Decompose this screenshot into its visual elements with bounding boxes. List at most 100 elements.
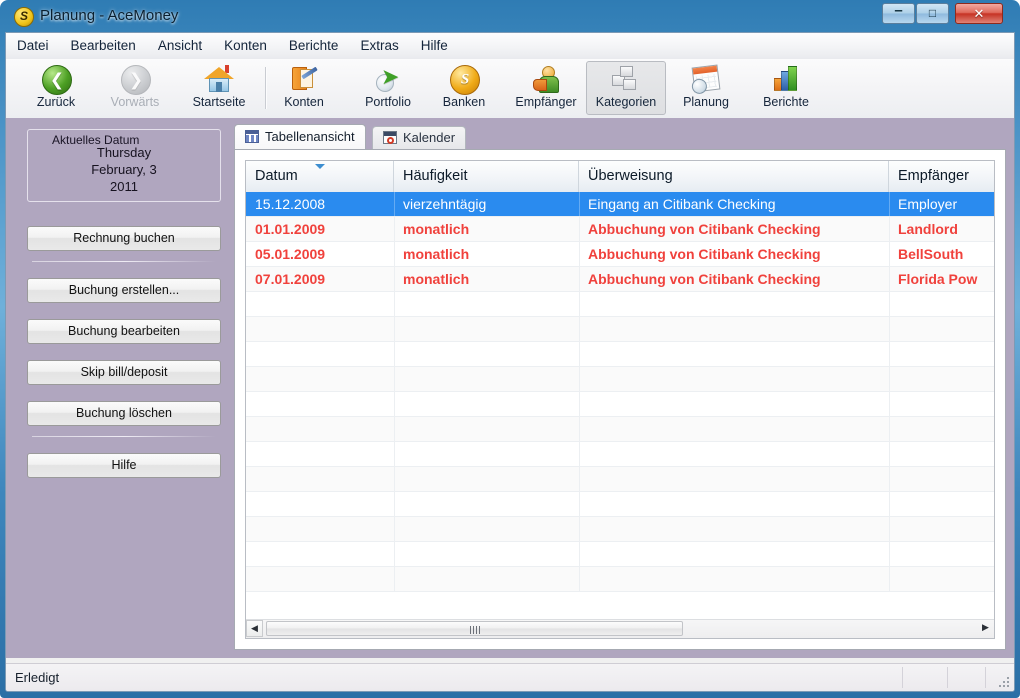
grid-cell-empfaenger[interactable] xyxy=(889,492,994,517)
grid-column-header-ueberweisung[interactable]: Überweisung xyxy=(579,161,889,192)
toolbar-button-zurck[interactable]: ❮Zurück xyxy=(20,61,92,115)
table-row-empty[interactable] xyxy=(246,292,994,317)
grid-cell-datum[interactable] xyxy=(246,417,394,442)
table-row-empty[interactable] xyxy=(246,417,994,442)
grid-cell-haeufigkeit[interactable]: monatlich xyxy=(394,217,579,242)
grid-cell-datum[interactable] xyxy=(246,492,394,517)
grid-cell-empfaenger[interactable]: BellSouth xyxy=(889,242,994,267)
table-row[interactable]: 15.12.2008vierzehntägigEingang an Citiba… xyxy=(246,192,994,217)
table-row-empty[interactable] xyxy=(246,542,994,567)
table-row-empty[interactable] xyxy=(246,442,994,467)
table-row-empty[interactable] xyxy=(246,392,994,417)
grid-cell-empfaenger[interactable] xyxy=(889,467,994,492)
sidebar-button-hilfe[interactable]: Hilfe xyxy=(27,453,221,478)
table-row-empty[interactable] xyxy=(246,367,994,392)
grid-cell-datum[interactable] xyxy=(246,317,394,342)
grid-cell-empfaenger[interactable] xyxy=(889,417,994,442)
menu-item-bearbeiten[interactable]: Bearbeiten xyxy=(60,33,147,59)
minimize-button[interactable]: – xyxy=(882,3,915,24)
grid-cell-ueberweisung[interactable] xyxy=(579,417,889,442)
grid-cell-ueberweisung[interactable] xyxy=(579,517,889,542)
menu-item-extras[interactable]: Extras xyxy=(349,33,409,59)
grid-cell-empfaenger[interactable] xyxy=(889,567,994,592)
grid-cell-ueberweisung[interactable] xyxy=(579,442,889,467)
table-row-empty[interactable] xyxy=(246,517,994,542)
grid-cell-empfaenger[interactable] xyxy=(889,317,994,342)
grid-cell-ueberweisung[interactable]: Abbuchung von Citibank Checking xyxy=(579,217,889,242)
grid-cell-haeufigkeit[interactable] xyxy=(394,492,579,517)
close-button[interactable]: ✕ xyxy=(955,3,1003,24)
toolbar-button-kategorien[interactable]: Kategorien xyxy=(586,61,666,115)
grid-cell-datum[interactable] xyxy=(246,342,394,367)
table-row-empty[interactable] xyxy=(246,492,994,517)
grid-cell-ueberweisung[interactable] xyxy=(579,567,889,592)
grid-cell-haeufigkeit[interactable] xyxy=(394,417,579,442)
grid-cell-ueberweisung[interactable] xyxy=(579,342,889,367)
grid-cell-datum[interactable] xyxy=(246,467,394,492)
schedule-grid[interactable]: DatumHäufigkeitÜberweisungEmpfänger 15.1… xyxy=(245,160,995,639)
grid-cell-ueberweisung[interactable] xyxy=(579,542,889,567)
grid-cell-ueberweisung[interactable] xyxy=(579,392,889,417)
grid-cell-empfaenger[interactable] xyxy=(889,392,994,417)
grid-cell-empfaenger[interactable] xyxy=(889,517,994,542)
scroll-right-button[interactable]: ▶ xyxy=(977,620,994,637)
grid-cell-ueberweisung[interactable]: Abbuchung von Citibank Checking xyxy=(579,267,889,292)
grid-cell-haeufigkeit[interactable] xyxy=(394,442,579,467)
grid-cell-ueberweisung[interactable] xyxy=(579,292,889,317)
resize-grip-icon[interactable] xyxy=(997,675,1011,689)
horizontal-scrollbar[interactable]: ◀ ▶ xyxy=(246,619,994,638)
grid-cell-empfaenger[interactable] xyxy=(889,442,994,467)
grid-cell-ueberweisung[interactable] xyxy=(579,367,889,392)
toolbar-button-berichte[interactable]: Berichte xyxy=(748,61,824,115)
grid-cell-datum[interactable]: 07.01.2009 xyxy=(246,267,394,292)
grid-cell-datum[interactable] xyxy=(246,542,394,567)
maximize-button[interactable]: □ xyxy=(916,3,949,24)
grid-cell-empfaenger[interactable]: Employer xyxy=(889,192,994,217)
grid-cell-haeufigkeit[interactable] xyxy=(394,567,579,592)
grid-cell-haeufigkeit[interactable] xyxy=(394,367,579,392)
grid-cell-empfaenger[interactable]: Landlord xyxy=(889,217,994,242)
table-row-empty[interactable] xyxy=(246,342,994,367)
grid-cell-datum[interactable] xyxy=(246,567,394,592)
grid-cell-datum[interactable] xyxy=(246,517,394,542)
toolbar-button-banken[interactable]: SBanken xyxy=(428,61,500,115)
table-row-empty[interactable] xyxy=(246,567,994,592)
grid-cell-haeufigkeit[interactable] xyxy=(394,517,579,542)
grid-cell-haeufigkeit[interactable]: vierzehntägig xyxy=(394,192,579,217)
toolbar-button-portfolio[interactable]: ➤Portfolio xyxy=(348,61,428,115)
menu-item-berichte[interactable]: Berichte xyxy=(278,33,350,59)
menu-item-hilfe[interactable]: Hilfe xyxy=(410,33,459,59)
grid-cell-haeufigkeit[interactable] xyxy=(394,542,579,567)
table-row-empty[interactable] xyxy=(246,467,994,492)
scrollbar-thumb[interactable] xyxy=(266,621,683,636)
grid-cell-datum[interactable] xyxy=(246,292,394,317)
menu-item-ansicht[interactable]: Ansicht xyxy=(147,33,213,59)
grid-cell-haeufigkeit[interactable] xyxy=(394,317,579,342)
grid-body[interactable]: 15.12.2008vierzehntägigEingang an Citiba… xyxy=(246,192,994,619)
grid-cell-ueberweisung[interactable]: Abbuchung von Citibank Checking xyxy=(579,242,889,267)
table-row[interactable]: 07.01.2009monatlichAbbuchung von Citiban… xyxy=(246,267,994,292)
table-row-empty[interactable] xyxy=(246,317,994,342)
sidebar-button-skipbilldeposit[interactable]: Skip bill/deposit xyxy=(27,360,221,385)
grid-cell-haeufigkeit[interactable] xyxy=(394,392,579,417)
tab-kalender[interactable]: Kalender xyxy=(372,126,466,149)
grid-column-header-datum[interactable]: Datum xyxy=(246,161,394,192)
scroll-left-button[interactable]: ◀ xyxy=(246,620,263,637)
grid-cell-ueberweisung[interactable]: Eingang an Citibank Checking xyxy=(579,192,889,217)
table-row[interactable]: 01.01.2009monatlichAbbuchung von Citiban… xyxy=(246,217,994,242)
grid-cell-empfaenger[interactable] xyxy=(889,542,994,567)
sidebar-button-rechnungbuchen[interactable]: Rechnung buchen xyxy=(27,226,221,251)
table-row[interactable]: 05.01.2009monatlichAbbuchung von Citiban… xyxy=(246,242,994,267)
menu-item-konten[interactable]: Konten xyxy=(213,33,278,59)
toolbar-button-empfnger[interactable]: Empfänger xyxy=(506,61,586,115)
grid-cell-empfaenger[interactable]: Florida Pow xyxy=(889,267,994,292)
grid-cell-datum[interactable] xyxy=(246,442,394,467)
sidebar-button-buchunglschen[interactable]: Buchung löschen xyxy=(27,401,221,426)
sidebar-button-buchungbearbeiten[interactable]: Buchung bearbeiten xyxy=(27,319,221,344)
sidebar-button-buchungerstellen[interactable]: Buchung erstellen... xyxy=(27,278,221,303)
grid-cell-haeufigkeit[interactable]: monatlich xyxy=(394,267,579,292)
grid-cell-haeufigkeit[interactable] xyxy=(394,467,579,492)
grid-cell-empfaenger[interactable] xyxy=(889,292,994,317)
grid-column-header-haeufigkeit[interactable]: Häufigkeit xyxy=(394,161,579,192)
grid-cell-empfaenger[interactable] xyxy=(889,367,994,392)
